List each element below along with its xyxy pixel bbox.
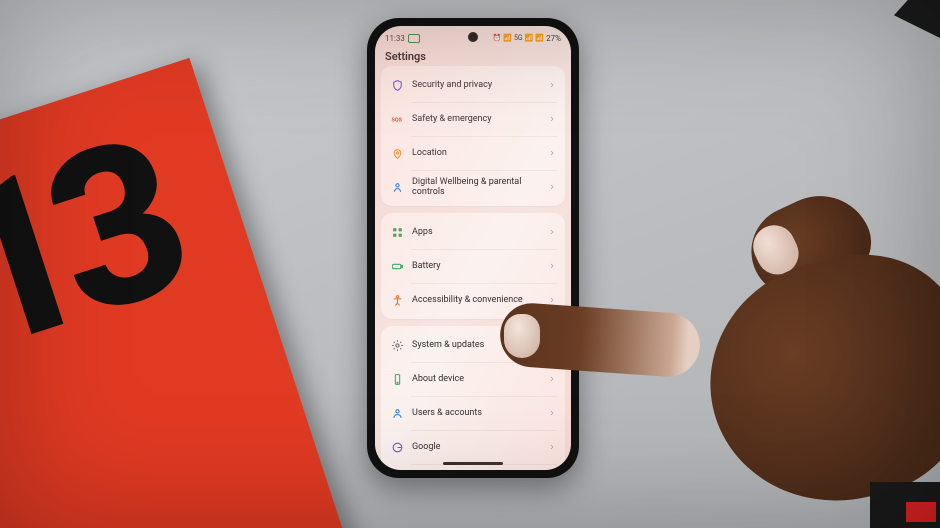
settings-item-users-accounts[interactable]: Users & accounts [381, 396, 565, 430]
svg-text:SOS: SOS [391, 117, 402, 123]
settings-item-label: Digital Wellbeing & parental controls [412, 177, 540, 198]
corner-object-bottom-right [870, 482, 940, 528]
system-icon [390, 338, 404, 352]
settings-item-label: System & updates [412, 340, 540, 350]
settings-item-label: Google [412, 442, 540, 452]
hand [560, 180, 940, 528]
camera-notch [468, 32, 478, 42]
users-icon [390, 406, 404, 420]
google-icon [390, 440, 404, 454]
settings-group: Apps Battery Accessibility & convenience [381, 213, 565, 319]
home-indicator[interactable] [443, 462, 503, 465]
sos-icon: SOS [390, 112, 404, 126]
settings-item-digital-wellbeing[interactable]: Digital Wellbeing & parental controls [381, 170, 565, 204]
settings-item-location[interactable]: Location [381, 136, 565, 170]
wifi-icon: 📶 [503, 34, 512, 42]
chevron-right-icon [548, 115, 556, 123]
scene: 13 11:33 ⏰ 📶 5G 📶 📶 27% Settings [0, 0, 940, 528]
product-box: 13 [0, 58, 350, 528]
wellbeing-icon [390, 180, 404, 194]
chevron-right-icon [548, 149, 556, 157]
settings-item-battery[interactable]: Battery [381, 249, 565, 283]
alarm-icon: ⏰ [493, 34, 502, 42]
settings-item-security-privacy[interactable]: Security and privacy [381, 68, 565, 102]
settings-item-label: About device [412, 374, 540, 384]
settings-item-system-updates[interactable]: System & updates [381, 328, 565, 362]
chevron-right-icon [548, 409, 556, 417]
chevron-right-icon [548, 341, 556, 349]
settings-item-label: Battery [412, 261, 540, 271]
settings-item-accessibility[interactable]: Accessibility & convenience [381, 283, 565, 317]
status-battery-text: 27% [546, 34, 561, 43]
battery-icon [390, 259, 404, 273]
status-message-icon [408, 34, 420, 43]
signal-5g-icon: 5G [514, 34, 523, 42]
settings-item-apps[interactable]: Apps [381, 215, 565, 249]
apps-icon [390, 225, 404, 239]
settings-group: Security and privacy SOS Safety & emergenc… [381, 66, 565, 206]
page-title: Settings [375, 46, 571, 65]
signal-icon-2: 📶 [535, 34, 544, 42]
settings-item-google[interactable]: Google [381, 430, 565, 464]
settings-item-safety-emergency[interactable]: SOS Safety & emergency [381, 102, 565, 136]
chevron-right-icon [548, 296, 556, 304]
accessibility-icon [390, 293, 404, 307]
settings-group: System & updates About device Users & acco… [381, 326, 565, 470]
thumbnail [746, 218, 805, 281]
signal-icon: 📶 [525, 34, 534, 42]
corner-object-top-right [894, 0, 940, 38]
settings-item-label: Location [412, 148, 540, 158]
settings-list[interactable]: Security and privacy SOS Safety & emergenc… [381, 66, 565, 456]
about-icon [390, 372, 404, 386]
settings-item-label: Security and privacy [412, 80, 540, 90]
settings-item-label: Users & accounts [412, 408, 540, 418]
phone: 11:33 ⏰ 📶 5G 📶 📶 27% Settings Security a… [367, 18, 579, 478]
chevron-right-icon [548, 183, 556, 191]
chevron-right-icon [548, 228, 556, 236]
chevron-right-icon [548, 81, 556, 89]
phone-screen: 11:33 ⏰ 📶 5G 📶 📶 27% Settings Security a… [375, 26, 571, 470]
box-number: 13 [0, 91, 200, 402]
chevron-right-icon [548, 443, 556, 451]
chevron-right-icon [548, 375, 556, 383]
chevron-right-icon [548, 262, 556, 270]
settings-item-about-device[interactable]: About device [381, 362, 565, 396]
location-icon [390, 146, 404, 160]
settings-item-label: Apps [412, 227, 540, 237]
red-tab [906, 502, 936, 522]
settings-item-label: Accessibility & convenience [412, 295, 540, 305]
settings-item-label: Safety & emergency [412, 114, 540, 124]
thumb [737, 179, 884, 311]
status-time: 11:33 [385, 34, 405, 43]
shield-icon [390, 78, 404, 92]
